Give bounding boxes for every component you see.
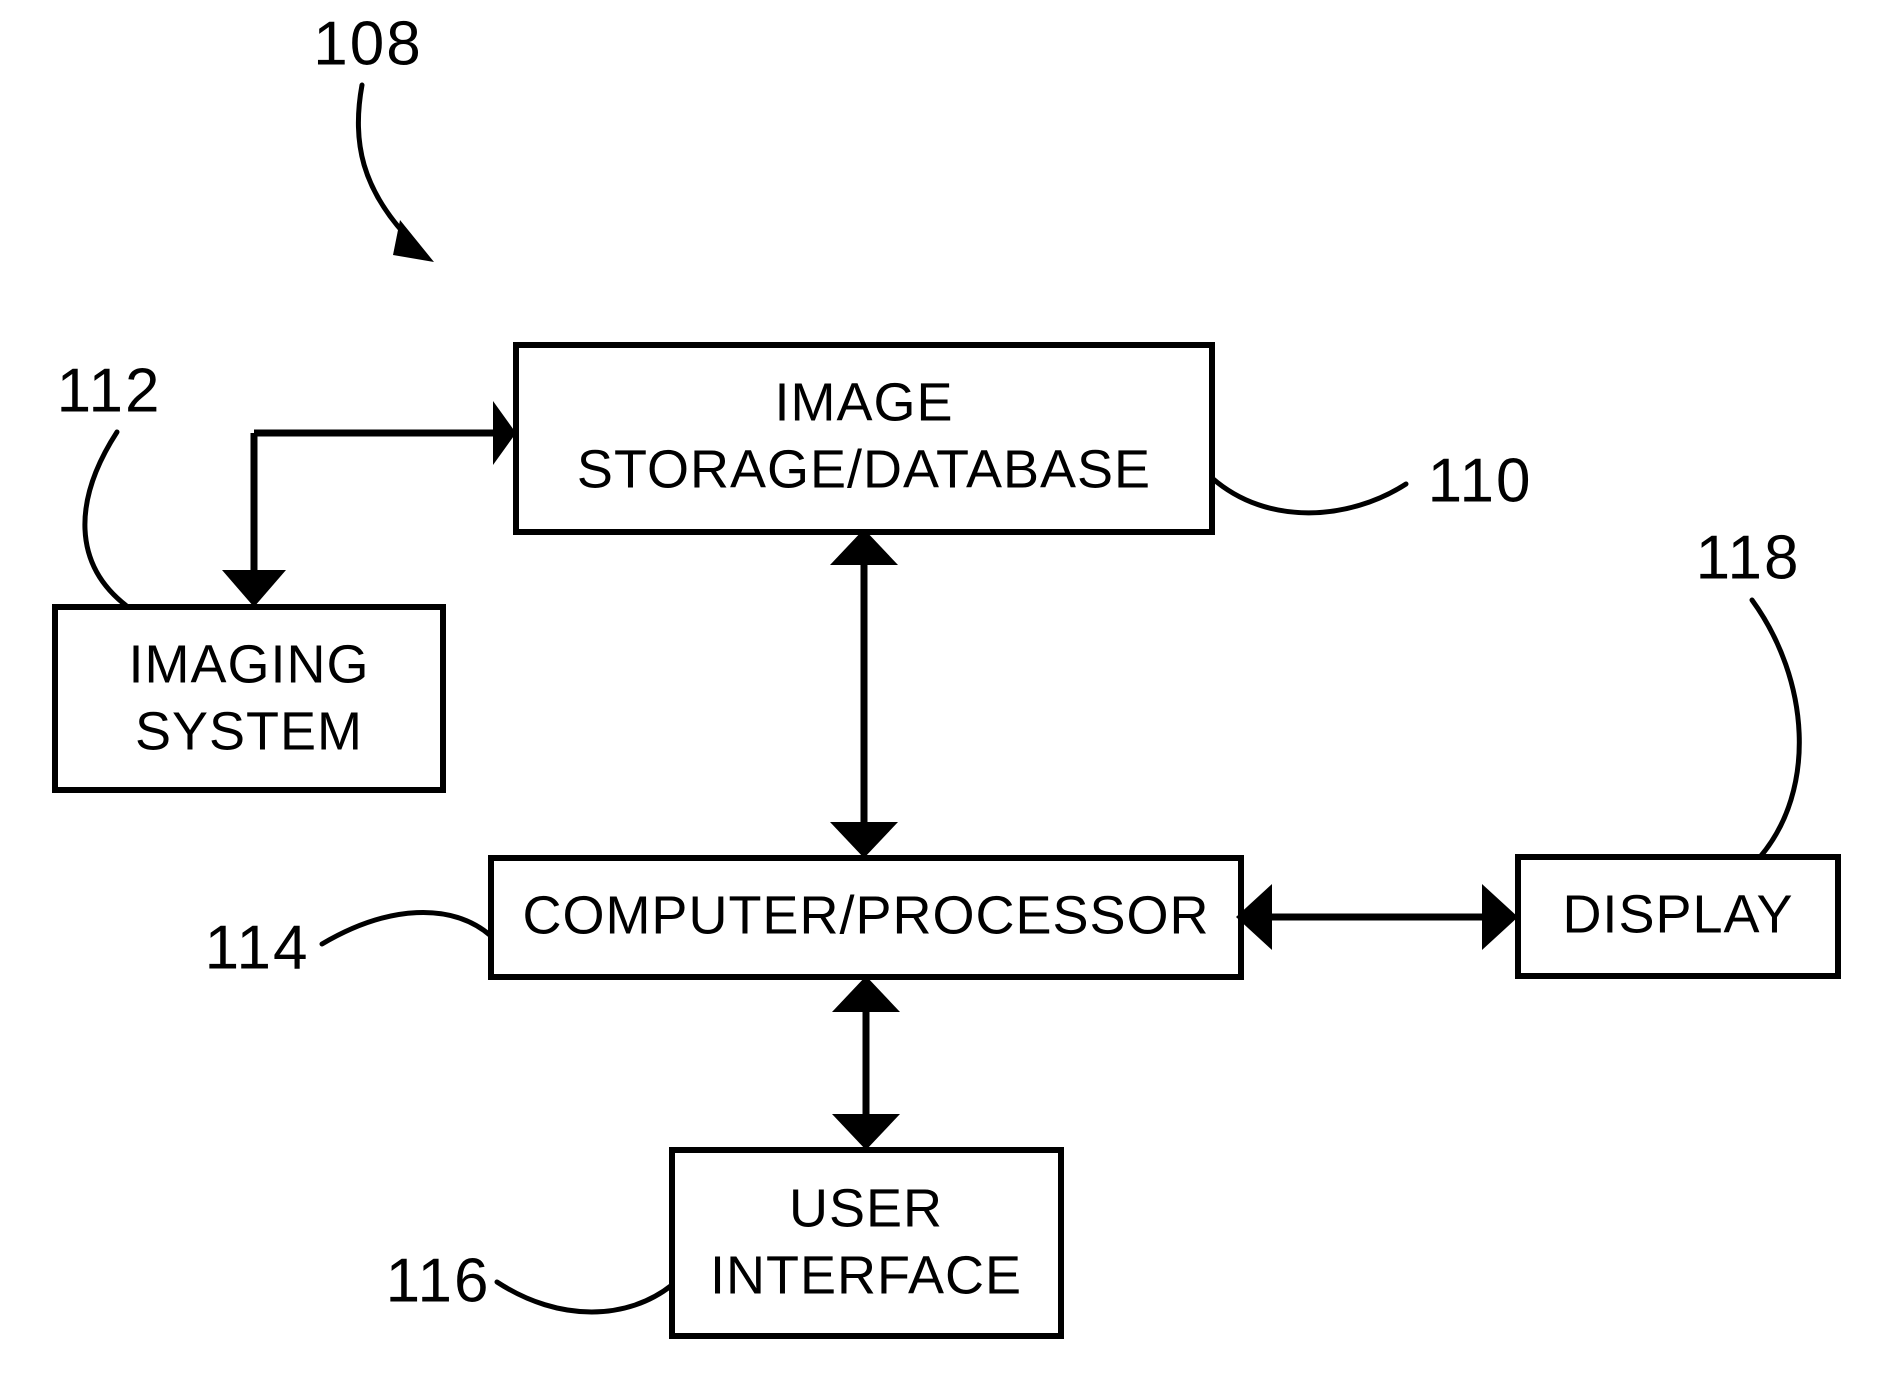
box-computer-processor-line1: COMPUTER/PROCESSOR (522, 885, 1209, 945)
box-image-storage-line1: IMAGE (774, 372, 953, 432)
box-image-storage-line2: STORAGE/DATABASE (577, 439, 1151, 499)
box-user-interface-line1: USER (789, 1178, 943, 1238)
figure-canvas: 108 IMAGE STORAGE/DATABASE 110 IMAGING S… (0, 0, 1895, 1380)
ref-110-label: 110 (1428, 446, 1533, 515)
ref-118-leader-line (1749, 597, 1802, 860)
arrow-right-to-display (1482, 884, 1518, 950)
box-display-line1: DISPLAY (1562, 884, 1793, 944)
block-diagram-svg: 108 IMAGE STORAGE/DATABASE 110 IMAGING S… (52, 9, 1841, 1339)
arrow-down-to-computer (830, 822, 898, 858)
figure-108-leader-arrowhead (393, 220, 434, 262)
arrow-into-image-storage (493, 401, 516, 465)
ref-116-label: 116 (386, 1246, 491, 1315)
ref-112-leader-line (82, 429, 131, 610)
arrow-into-imaging-system (222, 570, 286, 607)
box-user-interface-line2: INTERFACE (710, 1245, 1022, 1305)
ref-116-leader-line (494, 1279, 675, 1315)
ref-118-label: 118 (1696, 523, 1801, 592)
figure-108-leader-line (355, 82, 418, 248)
box-imaging-system-line2: SYSTEM (135, 701, 363, 761)
box-imaging-system-line1: IMAGING (128, 634, 369, 694)
arrow-up-to-computer (832, 976, 900, 1012)
ref-112-label: 112 (57, 356, 162, 425)
ref-114-label: 114 (205, 913, 310, 982)
ref-110-leader-line (1209, 475, 1409, 516)
ref-114-leader-line (319, 910, 494, 947)
figure-ref-108: 108 (313, 9, 422, 78)
arrow-down-to-user-interface (832, 1114, 900, 1150)
